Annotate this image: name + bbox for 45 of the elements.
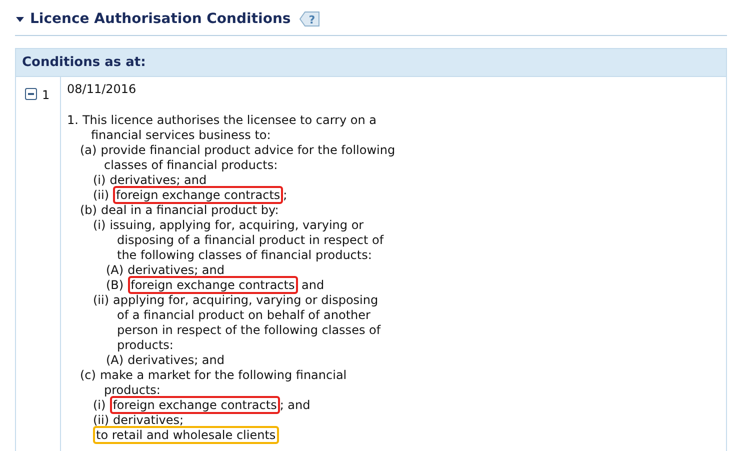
help-icon[interactable]: ? bbox=[298, 10, 321, 28]
condition-text: derivatives; bbox=[113, 413, 184, 427]
condition-text: and bbox=[300, 278, 324, 292]
condition-text: products: bbox=[117, 338, 174, 352]
collapse-icon[interactable] bbox=[25, 88, 37, 100]
condition-text: financial services business to: bbox=[91, 128, 271, 142]
condition-text: the following classes of financial products: bbox=[117, 248, 372, 262]
condition-text: of a financial product on behalf of another bbox=[117, 308, 370, 322]
collapse-caret-icon[interactable] bbox=[16, 16, 24, 22]
clause-label: (ii) bbox=[93, 188, 110, 202]
condition-text: ; bbox=[283, 188, 288, 202]
clause-label: (B) bbox=[106, 278, 124, 292]
condition-text: classes of financial products: bbox=[104, 158, 278, 172]
clause-label: (c) bbox=[80, 368, 96, 382]
condition-text: derivatives; and bbox=[128, 263, 225, 277]
condition-text: issuing, applying for, acquiring, varying or bbox=[110, 218, 364, 232]
highlighted-text: foreign exchange contracts bbox=[113, 186, 284, 204]
table-header: Conditions as at: bbox=[16, 49, 726, 77]
highlighted-text: to retail and wholesale clients bbox=[93, 426, 279, 444]
condition-date: 08/11/2016 bbox=[67, 82, 138, 97]
clause-label: (a) bbox=[80, 143, 97, 157]
highlighted-text: foreign exchange contracts bbox=[128, 276, 298, 294]
condition-text: deal in a financial product by: bbox=[100, 203, 279, 217]
condition-text: provide financial product advice for the following bbox=[100, 143, 396, 157]
condition-text: ; and bbox=[280, 398, 310, 412]
section-title: Licence Authorisation Conditions bbox=[30, 10, 291, 28]
clause-label: (A) bbox=[106, 353, 124, 367]
clause-label: (i) bbox=[93, 218, 106, 232]
clause-label: (i) bbox=[93, 173, 106, 187]
clause-label: (b) bbox=[80, 203, 97, 217]
clause-label: (ii) bbox=[93, 293, 110, 307]
condition-text: person in respect of the following classes of bbox=[117, 323, 381, 337]
condition-text: applying for, acquiring, varying or disposing bbox=[113, 293, 378, 307]
condition-text: make a market for the following financial bbox=[100, 368, 347, 382]
clause-label: (i) bbox=[93, 398, 106, 412]
condition-text: disposing of a financial product in respect of bbox=[117, 233, 384, 247]
condition-text: products: bbox=[104, 383, 160, 397]
condition-text: This licence authorises the licensee to carry on a bbox=[82, 113, 377, 127]
clause-label: (ii) bbox=[93, 413, 110, 427]
condition-text: derivatives; and bbox=[128, 353, 225, 367]
highlighted-text: foreign exchange contracts bbox=[110, 396, 280, 414]
condition-text: derivatives; and bbox=[110, 173, 207, 187]
clause-label: (A) bbox=[106, 263, 124, 277]
row-number: 1 bbox=[42, 87, 50, 104]
clause-label: 1. bbox=[67, 113, 78, 127]
